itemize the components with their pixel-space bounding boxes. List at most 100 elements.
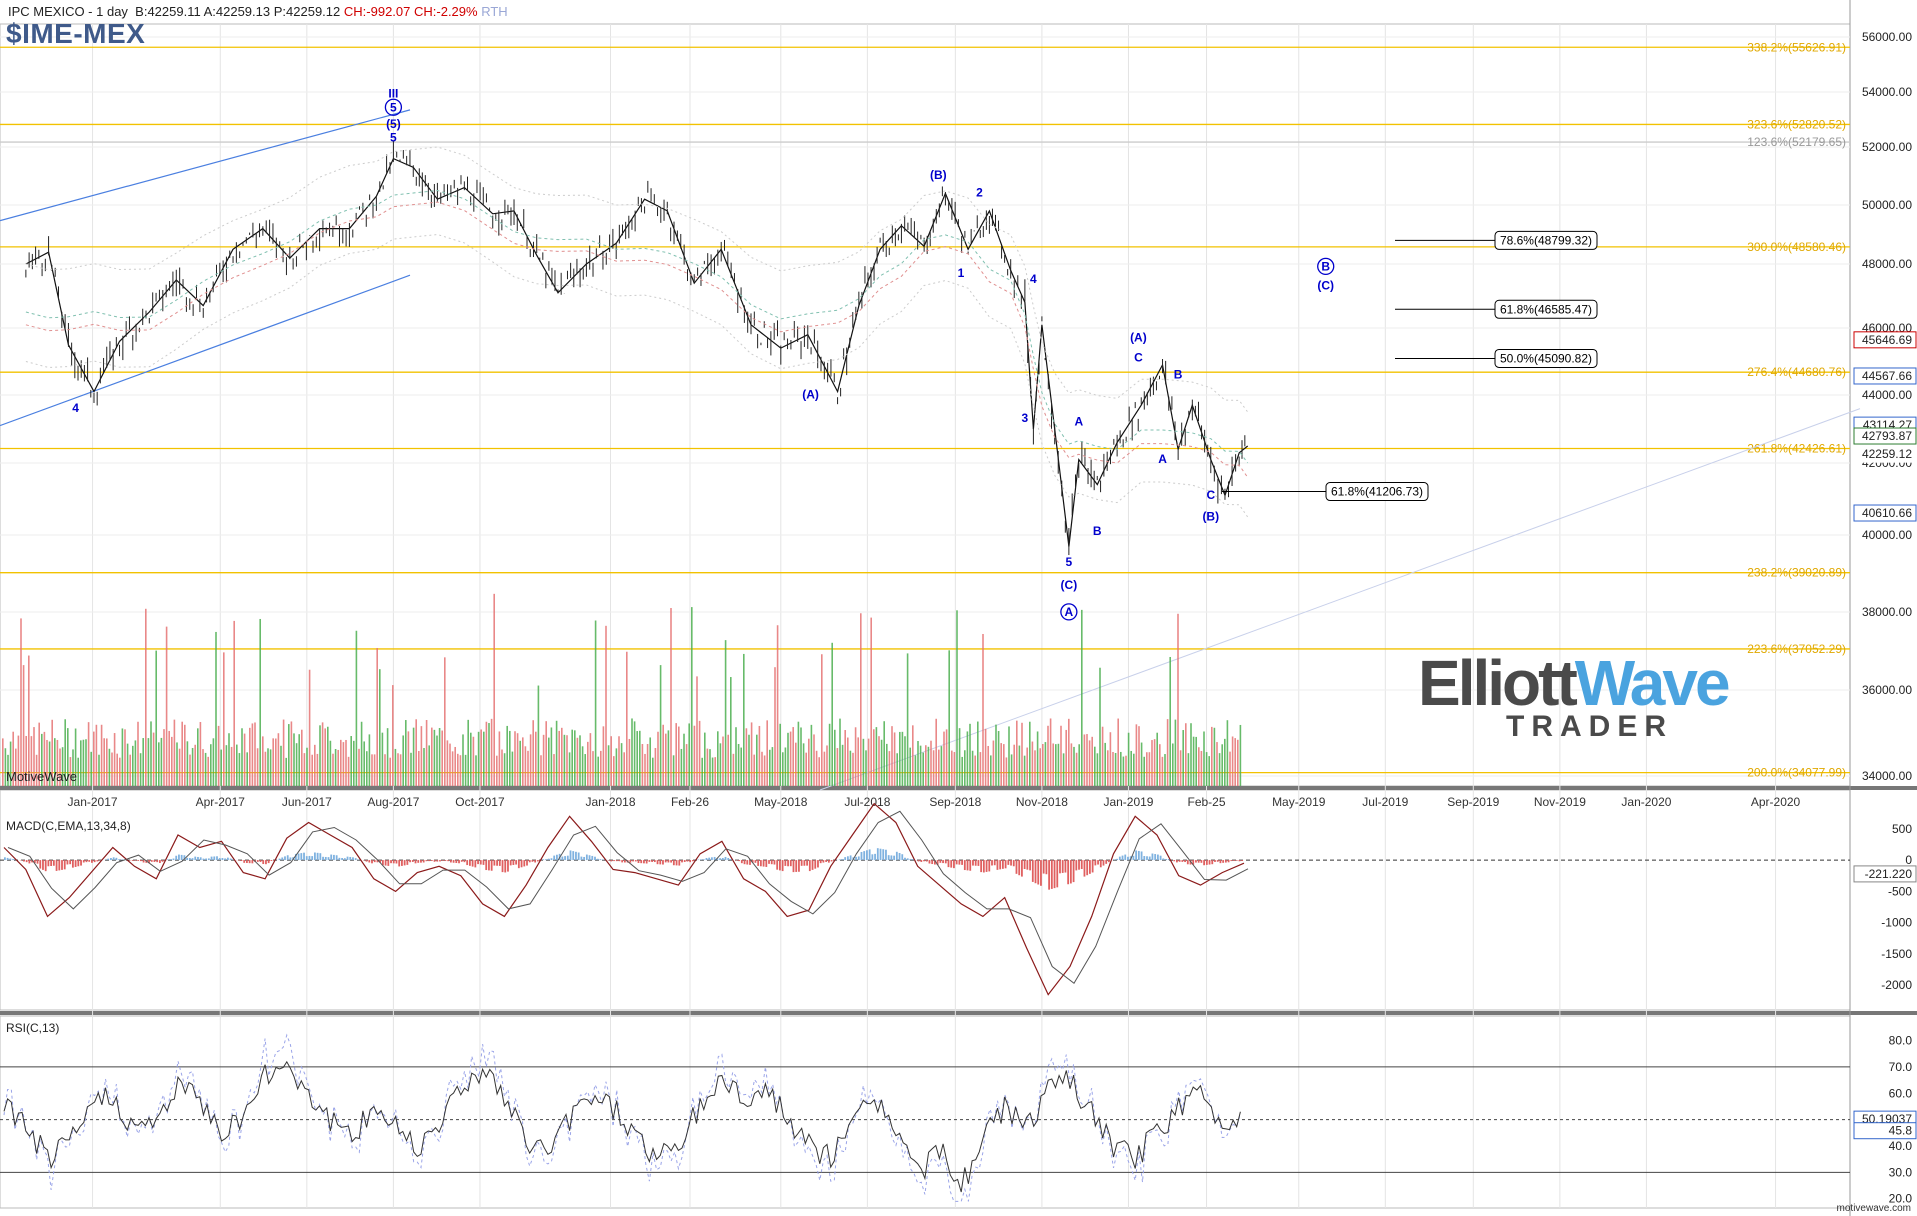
volume-bar <box>1120 751 1122 786</box>
volume-bar <box>657 731 659 786</box>
volume-bar <box>204 752 207 786</box>
volume-bar <box>862 738 865 786</box>
macd-axis-label: -1000 <box>1881 916 1912 930</box>
price-tag-label: 42259.12 <box>1862 447 1912 461</box>
volume-bar <box>285 757 287 786</box>
x-tick-label: Jul-2018 <box>844 795 890 809</box>
macd-axis-label: -500 <box>1888 884 1912 898</box>
macd-histogram-bar <box>314 852 316 861</box>
volume-bar <box>93 731 95 786</box>
macd-histogram-bar <box>789 860 792 867</box>
volume-bar <box>672 755 675 786</box>
macd-histogram-bar <box>265 860 267 865</box>
volume-bar <box>1026 747 1028 786</box>
bid-value: B:42259.11 <box>135 4 201 19</box>
volume-bar <box>1226 720 1229 786</box>
volume-bar <box>202 749 204 786</box>
volume-bar <box>1036 731 1039 786</box>
macd-histogram-bar <box>1176 860 1178 863</box>
macd-histogram-bar <box>137 860 140 861</box>
volume-bar <box>124 729 126 786</box>
volume-bar <box>342 742 345 786</box>
volume-bar <box>836 748 839 786</box>
volume-bar <box>579 735 581 786</box>
ask-value: A:42259.13 <box>203 4 271 19</box>
volume-bar <box>108 748 111 786</box>
volume-bar <box>891 726 893 786</box>
volume-bar <box>158 742 160 786</box>
macd-histogram-bar <box>961 860 963 865</box>
macd-axis-label: -1500 <box>1881 947 1912 961</box>
macd-histogram-bar <box>80 860 82 866</box>
macd-histogram-bar <box>1089 860 1091 874</box>
macd-histogram-bar <box>346 856 349 861</box>
macd-histogram-bar <box>773 860 776 865</box>
macd-histogram-bar <box>156 860 159 863</box>
macd-histogram-bar <box>1146 856 1148 861</box>
volume-bar <box>769 749 771 786</box>
macd-histogram-bar <box>757 860 760 866</box>
volume-bar <box>371 754 373 786</box>
macd-histogram-bar <box>471 860 474 867</box>
volume-bar <box>834 729 836 786</box>
x-tick-label: Oct-2017 <box>455 795 505 809</box>
macd-histogram-bar <box>770 860 773 865</box>
macd-histogram-bar <box>830 860 833 862</box>
macd-histogram-bar <box>414 860 417 864</box>
volume-bar <box>246 752 248 786</box>
macd-histogram-bar <box>167 859 169 861</box>
macd-histogram-bar <box>841 859 844 861</box>
volume-bar <box>821 654 823 786</box>
volume-bar <box>992 740 995 786</box>
macd-histogram-bar <box>925 860 928 862</box>
volume-bar <box>1125 755 1127 786</box>
target-label: 61.8%(46585.47) <box>1500 302 1592 316</box>
macd-histogram-bar <box>1048 860 1051 890</box>
volume-bar <box>701 757 703 786</box>
macd-histogram-bar <box>566 855 569 861</box>
macd-histogram-bar <box>651 860 653 862</box>
volume-bar <box>394 748 397 786</box>
volume-bar <box>1234 738 1236 786</box>
price-tag-label: 42793.87 <box>1862 429 1912 443</box>
volume-bar <box>506 725 508 786</box>
macd-histogram-bar <box>77 860 80 867</box>
macd-histogram-bar <box>1021 860 1023 877</box>
volume-bar <box>121 728 124 786</box>
volume-bar <box>610 736 612 786</box>
volume-bar <box>347 756 350 786</box>
macd-histogram-bar <box>504 860 507 873</box>
macd-histogram-bar <box>615 860 618 862</box>
macd-histogram-bar <box>112 857 115 861</box>
macd-histogram-bar <box>827 860 830 863</box>
macd-histogram-bar <box>52 860 55 866</box>
macd-histogram-bar <box>406 860 409 865</box>
volume-bar <box>691 607 693 786</box>
volume-bar <box>620 743 623 786</box>
volume-bar <box>1070 743 1073 786</box>
macd-histogram-bar <box>390 860 392 864</box>
macd-histogram-bar <box>996 860 999 870</box>
volume-bar <box>893 732 896 786</box>
macd-histogram-bar <box>547 858 550 861</box>
volume-bar <box>932 750 935 786</box>
x-tick-label: Apr-2017 <box>196 795 246 809</box>
macd-histogram-bar <box>93 860 96 863</box>
macd-histogram-bar <box>803 860 806 866</box>
volume-bar <box>368 734 371 786</box>
macd-histogram-bar <box>640 860 643 864</box>
volume-bar <box>763 755 766 786</box>
volume-bar <box>139 753 142 786</box>
macd-histogram-bar <box>186 857 188 861</box>
macd-histogram-bar <box>607 860 610 861</box>
macd-histogram-bar <box>284 856 286 861</box>
volume-bar <box>607 745 610 786</box>
macd-axis-label: 500 <box>1892 822 1912 836</box>
volume-bar <box>350 736 352 786</box>
macd-histogram-bar <box>1222 860 1225 863</box>
macd-histogram-bar <box>874 853 876 861</box>
macd-histogram-bar <box>490 860 493 871</box>
macd-histogram-bar <box>634 860 637 862</box>
volume-bar <box>987 745 989 786</box>
x-tick-label: Feb-26 <box>671 795 709 809</box>
